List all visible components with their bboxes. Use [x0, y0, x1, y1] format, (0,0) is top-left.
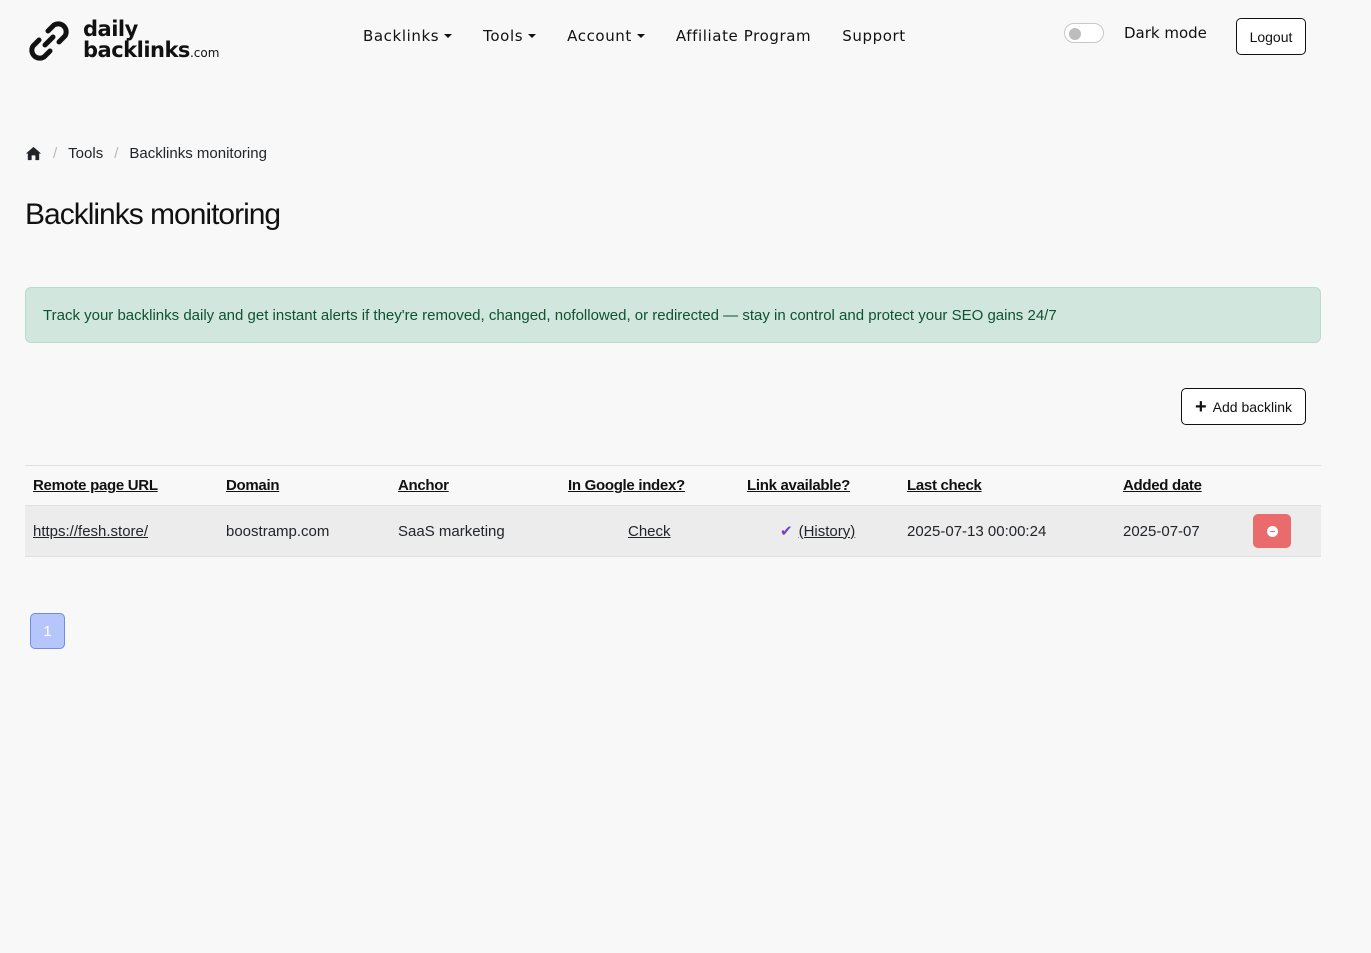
caret-down-icon: [636, 34, 645, 38]
dark-mode-label: Dark mode: [1124, 24, 1207, 42]
last-check-cell: 2025-07-13 00:00:24: [907, 522, 1047, 540]
delete-cell: [1253, 506, 1291, 556]
added-date-cell: 2025-07-07: [1123, 522, 1200, 540]
alert-text: Track your backlinks daily and get insta…: [43, 306, 1057, 324]
nav-account[interactable]: Account: [567, 27, 645, 45]
checkmark-icon: ✔: [780, 523, 793, 540]
backlinks-table: Remote page URL Domain Anchor In Google …: [25, 465, 1321, 557]
history-link[interactable]: (History): [799, 523, 856, 540]
plus-icon: +: [1194, 395, 1207, 418]
logo-line1: daily: [83, 16, 138, 41]
breadcrumb-separator: /: [114, 145, 119, 162]
table-header-row: Remote page URL Domain Anchor In Google …: [25, 466, 1321, 506]
domain-cell: boostramp.com: [226, 522, 330, 540]
info-alert: Track your backlinks daily and get insta…: [25, 287, 1321, 343]
caret-down-icon: [528, 34, 537, 38]
table-row: https://fesh.store/ boostramp.com SaaS m…: [25, 506, 1321, 557]
add-backlink-label: Add backlink: [1212, 398, 1293, 415]
breadcrumb-current: Backlinks monitoring: [129, 145, 267, 162]
nav-tools[interactable]: Tools: [483, 27, 537, 45]
header-anchor[interactable]: Anchor: [398, 466, 449, 505]
pagination-page-1[interactable]: 1: [30, 613, 65, 649]
delete-button[interactable]: [1253, 514, 1291, 548]
breadcrumb-tools[interactable]: Tools: [68, 145, 103, 162]
nav-backlinks[interactable]: Backlinks: [363, 27, 453, 45]
remote-url-link[interactable]: https://fesh.store/: [33, 506, 148, 556]
google-check-link[interactable]: Check: [628, 506, 671, 556]
logo-text: daily backlinks.com: [83, 16, 220, 64]
breadcrumb-separator: /: [53, 145, 58, 162]
header-domain[interactable]: Domain: [226, 466, 280, 505]
logo[interactable]: daily backlinks.com: [25, 17, 219, 65]
add-backlink-button[interactable]: + Add backlink: [1181, 388, 1306, 425]
logout-button[interactable]: Logout: [1236, 18, 1306, 55]
anchor-cell: SaaS marketing: [398, 522, 505, 540]
home-icon[interactable]: [25, 145, 42, 162]
dark-mode-toggle[interactable]: [1064, 23, 1104, 43]
nav-tools-label: Tools: [483, 27, 524, 45]
main-nav: Backlinks Tools Account Affiliate Progra…: [363, 25, 937, 47]
caret-down-icon: [444, 34, 453, 38]
logo-suffix: .com: [189, 45, 220, 60]
nav-support[interactable]: Support: [842, 27, 906, 45]
logo-line2: backlinks: [83, 37, 190, 62]
header-last-check[interactable]: Last check: [907, 466, 982, 505]
toggle-knob: [1069, 28, 1081, 40]
chain-link-icon: [29, 21, 69, 61]
header-remote-url[interactable]: Remote page URL: [33, 466, 158, 505]
nav-account-label: Account: [567, 27, 632, 45]
header-link-available[interactable]: Link available?: [747, 466, 850, 505]
minus-circle-icon: [1266, 525, 1278, 537]
nav-affiliate[interactable]: Affiliate Program: [676, 27, 811, 45]
page-title: Backlinks monitoring: [25, 198, 281, 231]
header-google-index[interactable]: In Google index?: [568, 466, 685, 505]
nav-backlinks-label: Backlinks: [363, 27, 440, 45]
header-added-date[interactable]: Added date: [1123, 466, 1202, 505]
breadcrumb: / Tools / Backlinks monitoring: [25, 145, 267, 162]
link-available-cell: ✔ (History): [780, 506, 855, 556]
